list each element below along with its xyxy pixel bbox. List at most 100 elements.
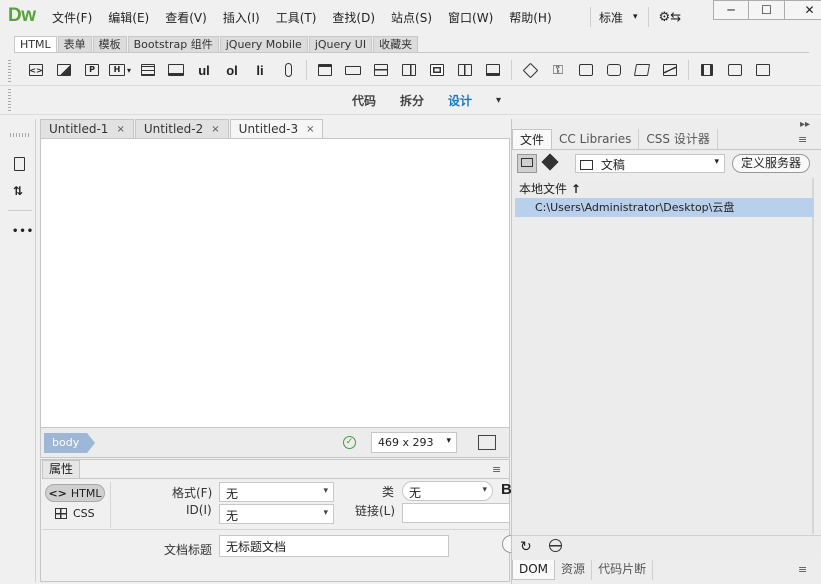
unordered-list-icon[interactable]: ul	[190, 58, 218, 82]
doc-tab[interactable]: Untitled-1 ×	[40, 119, 134, 138]
globe-icon[interactable]	[549, 539, 562, 552]
workspace-switcher[interactable]: 标准 ▾ ⚙⇆	[590, 0, 681, 34]
format-select[interactable]: 无 ▾	[219, 482, 334, 502]
more-options-icon[interactable]: •••	[12, 226, 34, 237]
view-code-button[interactable]: 代码	[352, 92, 376, 109]
files-list	[512, 178, 814, 561]
tab-bootstrap[interactable]: Bootstrap 组件	[127, 36, 219, 53]
doc-title-input[interactable]: 无标题文档	[219, 535, 449, 557]
tab-html[interactable]: HTML	[14, 36, 57, 53]
tab-snippets[interactable]: 代码片断	[592, 560, 654, 580]
id-label: ID(I)	[186, 503, 212, 517]
main-icon[interactable]	[367, 58, 395, 82]
class-label: 类	[382, 485, 395, 499]
doc-tab-title: Untitled-3	[238, 122, 299, 136]
tag-selector-body[interactable]: body	[44, 433, 96, 453]
table-icon[interactable]	[134, 58, 162, 82]
local-files-header[interactable]: 本地文件 ↑	[519, 180, 581, 197]
collapse-panel-icon[interactable]: ▸▸	[800, 119, 810, 130]
menu-file[interactable]: 文件(F)	[44, 9, 100, 26]
menu-help[interactable]: 帮助(H)	[501, 9, 559, 26]
list-item[interactable]: C:\Users\Administrator\Desktop\云盘	[515, 198, 814, 217]
sync-settings-icon[interactable]: ⚙⇆	[659, 10, 682, 25]
live-preview-icon[interactable]	[478, 435, 496, 450]
git-icon[interactable]	[541, 153, 559, 171]
navigation-icon[interactable]	[339, 58, 367, 82]
tab-assets[interactable]: 资源	[555, 560, 593, 580]
divider	[688, 60, 689, 80]
tab-favorites[interactable]: 收藏夹	[373, 36, 419, 53]
tab-files[interactable]: 文件	[512, 129, 553, 149]
video-icon[interactable]	[693, 58, 721, 82]
paragraph-icon[interactable]: P	[78, 58, 106, 82]
scrollbar[interactable]	[812, 178, 814, 534]
close-icon[interactable]: ×	[211, 124, 219, 135]
comment-icon[interactable]	[572, 58, 600, 82]
menu-site[interactable]: 站点(S)	[383, 9, 440, 26]
doc-tab[interactable]: Untitled-3 ×	[229, 119, 324, 138]
tab-template[interactable]: 模板	[92, 36, 127, 53]
view-split-button[interactable]: 拆分	[400, 92, 424, 109]
css-mode-button[interactable]: CSS	[55, 507, 95, 520]
divider	[306, 60, 307, 80]
menu-window[interactable]: 窗口(W)	[440, 9, 501, 26]
menu-insert[interactable]: 插入(I)	[215, 9, 268, 26]
tab-css-designer[interactable]: CSS 设计器	[639, 129, 718, 149]
menu-edit[interactable]: 编辑(E)	[100, 9, 157, 26]
menu-find[interactable]: 查找(D)	[324, 9, 383, 26]
section-icon[interactable]	[451, 58, 479, 82]
design-view-canvas[interactable]	[40, 138, 510, 428]
aside-icon[interactable]	[395, 58, 423, 82]
heading-icon[interactable]: H ▾	[106, 58, 134, 82]
media-icon[interactable]	[600, 58, 628, 82]
panel-menu-icon[interactable]: ≡	[798, 563, 807, 576]
email-icon[interactable]	[656, 58, 684, 82]
tab-jquery-ui[interactable]: jQuery UI	[308, 36, 373, 53]
properties-tab[interactable]: 属性	[42, 460, 81, 478]
window-size-value: 469 x 293	[378, 436, 434, 449]
tab-jquery-mobile[interactable]: jQuery Mobile	[219, 36, 308, 53]
tab-dom[interactable]: DOM	[512, 560, 556, 580]
html-mode-button[interactable]: <> HTML	[45, 484, 105, 502]
window-size-select[interactable]: 469 x 293 ▾	[371, 432, 457, 453]
key-icon[interactable]: ⚿	[544, 58, 572, 82]
image-icon[interactable]	[50, 58, 78, 82]
menu-tools[interactable]: 工具(T)	[268, 9, 325, 26]
tab-form[interactable]: 表单	[57, 36, 92, 53]
close-icon[interactable]: ×	[306, 124, 314, 135]
script-icon[interactable]	[628, 58, 656, 82]
ordered-list-icon[interactable]: ol	[218, 58, 246, 82]
id-select[interactable]: 无 ▾	[219, 504, 334, 524]
figure-icon[interactable]	[162, 58, 190, 82]
define-server-button[interactable]: 定义服务器	[732, 154, 810, 173]
header-icon[interactable]	[311, 58, 339, 82]
menu-view[interactable]: 查看(V)	[157, 9, 215, 26]
close-icon[interactable]: ×	[116, 124, 124, 135]
flash-icon[interactable]	[721, 58, 749, 82]
sort-icon[interactable]: ⇅	[13, 184, 23, 198]
footer-icon[interactable]	[479, 58, 507, 82]
doc-tab-title: Untitled-2	[143, 122, 204, 136]
widget-icon[interactable]	[749, 58, 777, 82]
view-design-button[interactable]: 设计	[448, 92, 472, 109]
minimize-button[interactable]: ─	[713, 0, 749, 20]
tag-icon[interactable]	[516, 58, 544, 82]
class-select[interactable]: 无 ▾	[402, 481, 493, 501]
view-switcher: 代码 拆分 设计 ▾	[340, 86, 513, 114]
article-icon[interactable]	[423, 58, 451, 82]
new-file-icon[interactable]	[14, 157, 25, 171]
list-item-icon[interactable]: li	[246, 58, 274, 82]
maximize-button[interactable]: ☐	[749, 0, 785, 20]
panel-menu-icon[interactable]: ≡	[492, 463, 501, 476]
tab-cc-libraries[interactable]: CC Libraries	[552, 129, 640, 149]
chevron-down-icon[interactable]: ▾	[496, 95, 501, 106]
connect-server-icon[interactable]	[517, 154, 537, 173]
panel-menu-icon[interactable]: ≡	[798, 133, 807, 146]
hyperlink-icon[interactable]	[274, 58, 302, 82]
refresh-icon[interactable]: ↻	[520, 539, 532, 555]
link-input[interactable]	[402, 503, 510, 523]
div-icon[interactable]: <>	[22, 58, 50, 82]
doc-tab[interactable]: Untitled-2 ×	[134, 119, 229, 138]
site-select[interactable]: 文稿 ▾	[575, 154, 725, 173]
close-button[interactable]: ✕	[785, 0, 821, 20]
